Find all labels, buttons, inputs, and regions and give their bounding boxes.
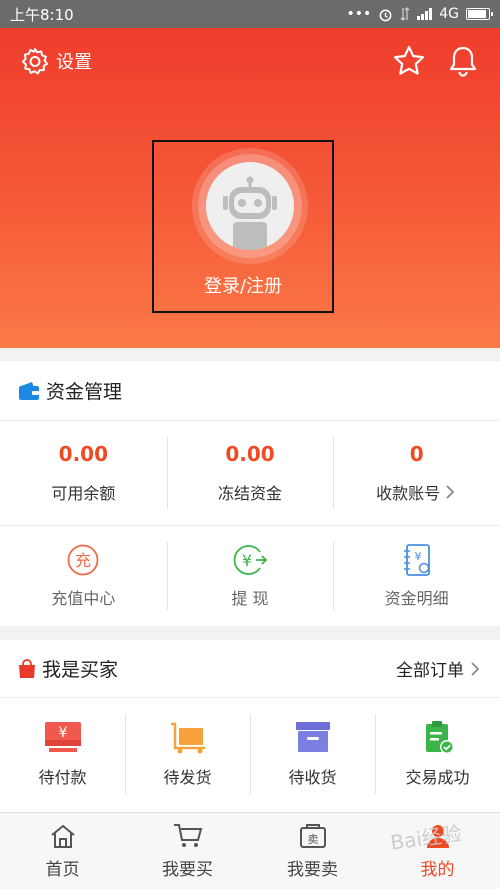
person-icon: [426, 824, 449, 848]
funds-details-label: 资金明细: [384, 589, 449, 608]
home-icon: [50, 824, 75, 848]
status-time: 上午8:10: [10, 5, 74, 24]
data-arrows-icon: [400, 7, 410, 21]
recharge-icon: 充: [67, 544, 99, 576]
more-dots-icon: •••: [346, 6, 372, 22]
pending-payment-icon: ¥: [44, 722, 81, 752]
tab-home[interactable]: 首页: [0, 813, 125, 889]
pending-shipment-label: 待发货: [163, 768, 212, 787]
all-orders-link[interactable]: 全部订单: [396, 656, 482, 681]
profile-header: 设置 登录/注册: [0, 28, 500, 348]
sell-icon: 卖: [299, 823, 326, 848]
alarm-icon: [379, 9, 392, 21]
svg-text:充: 充: [75, 551, 91, 570]
completed-trades-button[interactable]: 交易成功: [375, 698, 500, 810]
pending-receipt-label: 待收货: [288, 768, 337, 787]
tab-mine-label: 我的: [420, 859, 455, 880]
tab-mine[interactable]: 我的: [375, 813, 500, 889]
pending-shipment-button[interactable]: 待发货: [125, 698, 250, 810]
funds-section: 资金管理 0.00 可用余额 0.00 冻结资金 0 收款账号 充 充值中心 ¥…: [0, 361, 500, 626]
frozen-funds-label: 冻结资金: [218, 484, 283, 503]
receiving-accounts-value: 0: [409, 442, 424, 466]
star-icon: [393, 45, 425, 75]
shopping-bag-icon: [19, 658, 35, 678]
robot-avatar-icon: [223, 176, 277, 250]
battery-icon: [466, 8, 493, 20]
ledger-icon: ¥: [403, 544, 430, 576]
settings-label: 设置: [56, 52, 92, 73]
signal-icon: [417, 8, 433, 20]
login-register-area[interactable]: 登录/注册: [152, 140, 334, 313]
bell-icon: [449, 46, 477, 77]
login-register-label: 登录/注册: [203, 276, 283, 297]
frozen-funds-value: 0.00: [225, 442, 275, 466]
receiving-accounts[interactable]: 0 收款账号: [333, 421, 500, 525]
funds-actions-row: 充 充值中心 ¥ 提 现 ¥ 资金明细: [0, 526, 500, 626]
buyer-section: 我是买家 全部订单 ¥ 待付款 待发货 待收货 交易成功: [0, 640, 500, 812]
frozen-funds[interactable]: 0.00 冻结资金: [166, 421, 334, 525]
buyer-header: 我是买家 全部订单: [0, 640, 500, 698]
svg-text:¥: ¥: [242, 551, 252, 570]
notifications-button[interactable]: [446, 44, 480, 82]
available-balance-label: 可用余额: [51, 484, 116, 503]
receiving-accounts-label: 收款账号: [376, 484, 441, 503]
recharge-center-button[interactable]: 充 充值中心: [0, 526, 167, 626]
pending-payment-button[interactable]: ¥ 待付款: [0, 698, 125, 810]
completed-trades-label: 交易成功: [405, 768, 470, 787]
status-bar: 上午8:10 ••• 4G: [0, 0, 500, 28]
chevron-right-icon: [471, 661, 480, 676]
svg-text:¥: ¥: [58, 725, 67, 741]
available-balance-value: 0.00: [58, 442, 109, 466]
funds-details-button[interactable]: ¥ 资金明细: [333, 526, 500, 626]
funds-stats-row: 0.00 可用余额 0.00 冻结资金 0 收款账号: [0, 421, 500, 526]
funds-header: 资金管理: [0, 361, 500, 421]
archive-box-icon: [295, 722, 330, 752]
pending-payment-label: 待付款: [38, 768, 87, 787]
favorites-button[interactable]: [392, 44, 426, 82]
available-balance[interactable]: 0.00 可用余额: [0, 421, 167, 525]
svg-text:卖: 卖: [307, 833, 318, 846]
gear-icon: [21, 48, 49, 75]
avatar: [206, 162, 294, 250]
withdraw-label: 提 现: [231, 589, 269, 608]
tab-buy[interactable]: 我要买: [125, 813, 250, 889]
pending-receipt-button[interactable]: 待收货: [250, 698, 375, 810]
clipboard-check-icon: [425, 721, 454, 754]
tab-sell-label: 我要卖: [287, 859, 338, 880]
tab-home-label: 首页: [45, 859, 80, 880]
cart-box-icon: [170, 722, 205, 754]
wallet-icon: [19, 381, 39, 400]
network-type: 4G: [439, 6, 459, 22]
settings-button[interactable]: 设置: [20, 46, 92, 76]
tab-sell[interactable]: 卖 我要卖: [250, 813, 375, 889]
bottom-tab-bar: 首页 我要买 卖 我要卖 我的: [0, 812, 500, 889]
svg-text:¥: ¥: [414, 550, 421, 563]
all-orders-label: 全部订单: [396, 661, 464, 681]
withdraw-button[interactable]: ¥ 提 现: [166, 526, 334, 626]
order-status-row: ¥ 待付款 待发货 待收货 交易成功: [0, 698, 500, 810]
chevron-right-icon: [446, 485, 455, 499]
recharge-center-label: 充值中心: [51, 589, 116, 608]
funds-title: 资金管理: [46, 381, 123, 403]
buyer-title: 我是买家: [42, 659, 119, 681]
withdraw-icon: ¥: [233, 545, 268, 575]
cart-icon: [173, 823, 202, 847]
tab-buy-label: 我要买: [162, 859, 213, 880]
